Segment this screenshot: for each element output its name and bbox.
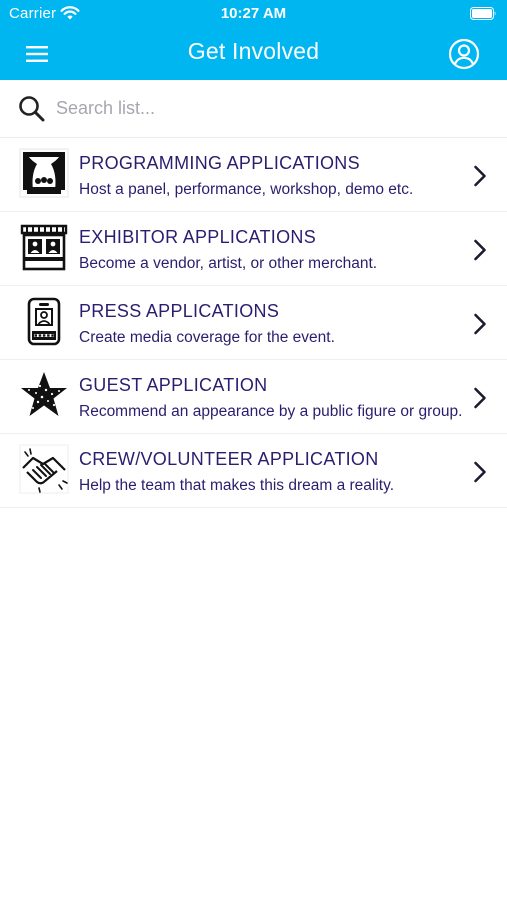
handshake-icon (19, 444, 69, 494)
search-input[interactable] (54, 93, 488, 123)
item-subtitle: Recommend an appearance by a public figu… (79, 403, 463, 420)
chevron-right-icon (474, 165, 486, 187)
item-subtitle: Become a vendor, artist, or other mercha… (79, 255, 378, 272)
item-subtitle: Host a panel, performance, workshop, dem… (79, 181, 414, 198)
search-bar (0, 80, 507, 138)
profile-button[interactable] (447, 37, 481, 71)
item-title: PROGRAMMING APPLICATIONS (79, 153, 360, 173)
search-icon (19, 96, 45, 122)
chevron-right-icon (474, 387, 486, 409)
item-subtitle: Help the team that makes this dream a re… (79, 477, 395, 494)
list-item-exhibitor[interactable]: EXHIBITOR APPLICATIONS Become a vendor, … (0, 212, 507, 286)
list-item-guest[interactable]: GUEST APPLICATION Recommend an appearanc… (0, 360, 507, 434)
top-bar: Carrier 10:27 AM Get Involved (0, 0, 507, 80)
application-list: PROGRAMMING APPLICATIONS Host a panel, p… (0, 138, 507, 508)
list-item-crew-volunteer[interactable]: CREW/VOLUNTEER APPLICATION Help the team… (0, 434, 507, 508)
nav-bar: Get Involved (0, 28, 507, 80)
list-item-press[interactable]: PRESS APPLICATIONS Create media coverage… (0, 286, 507, 360)
item-title: GUEST APPLICATION (79, 375, 268, 395)
item-title: CREW/VOLUNTEER APPLICATION (79, 449, 379, 469)
press-badge-icon (20, 297, 68, 346)
item-subtitle: Create media coverage for the event. (79, 329, 335, 346)
star-icon (20, 371, 68, 419)
chevron-right-icon (474, 313, 486, 335)
stage-icon (19, 148, 69, 198)
page-title: Get Involved (187, 38, 320, 64)
chevron-right-icon (474, 239, 486, 261)
item-title: EXHIBITOR APPLICATIONS (79, 227, 316, 247)
list-item-programming[interactable]: PROGRAMMING APPLICATIONS Host a panel, p… (0, 138, 507, 212)
chevron-right-icon (474, 461, 486, 483)
item-title: PRESS APPLICATIONS (79, 301, 280, 321)
profile-icon (448, 38, 480, 70)
storefront-icon (20, 223, 68, 271)
status-bar: Carrier 10:27 AM (0, 0, 507, 28)
status-time: 10:27 AM (220, 5, 287, 22)
battery-icon (470, 7, 496, 20)
